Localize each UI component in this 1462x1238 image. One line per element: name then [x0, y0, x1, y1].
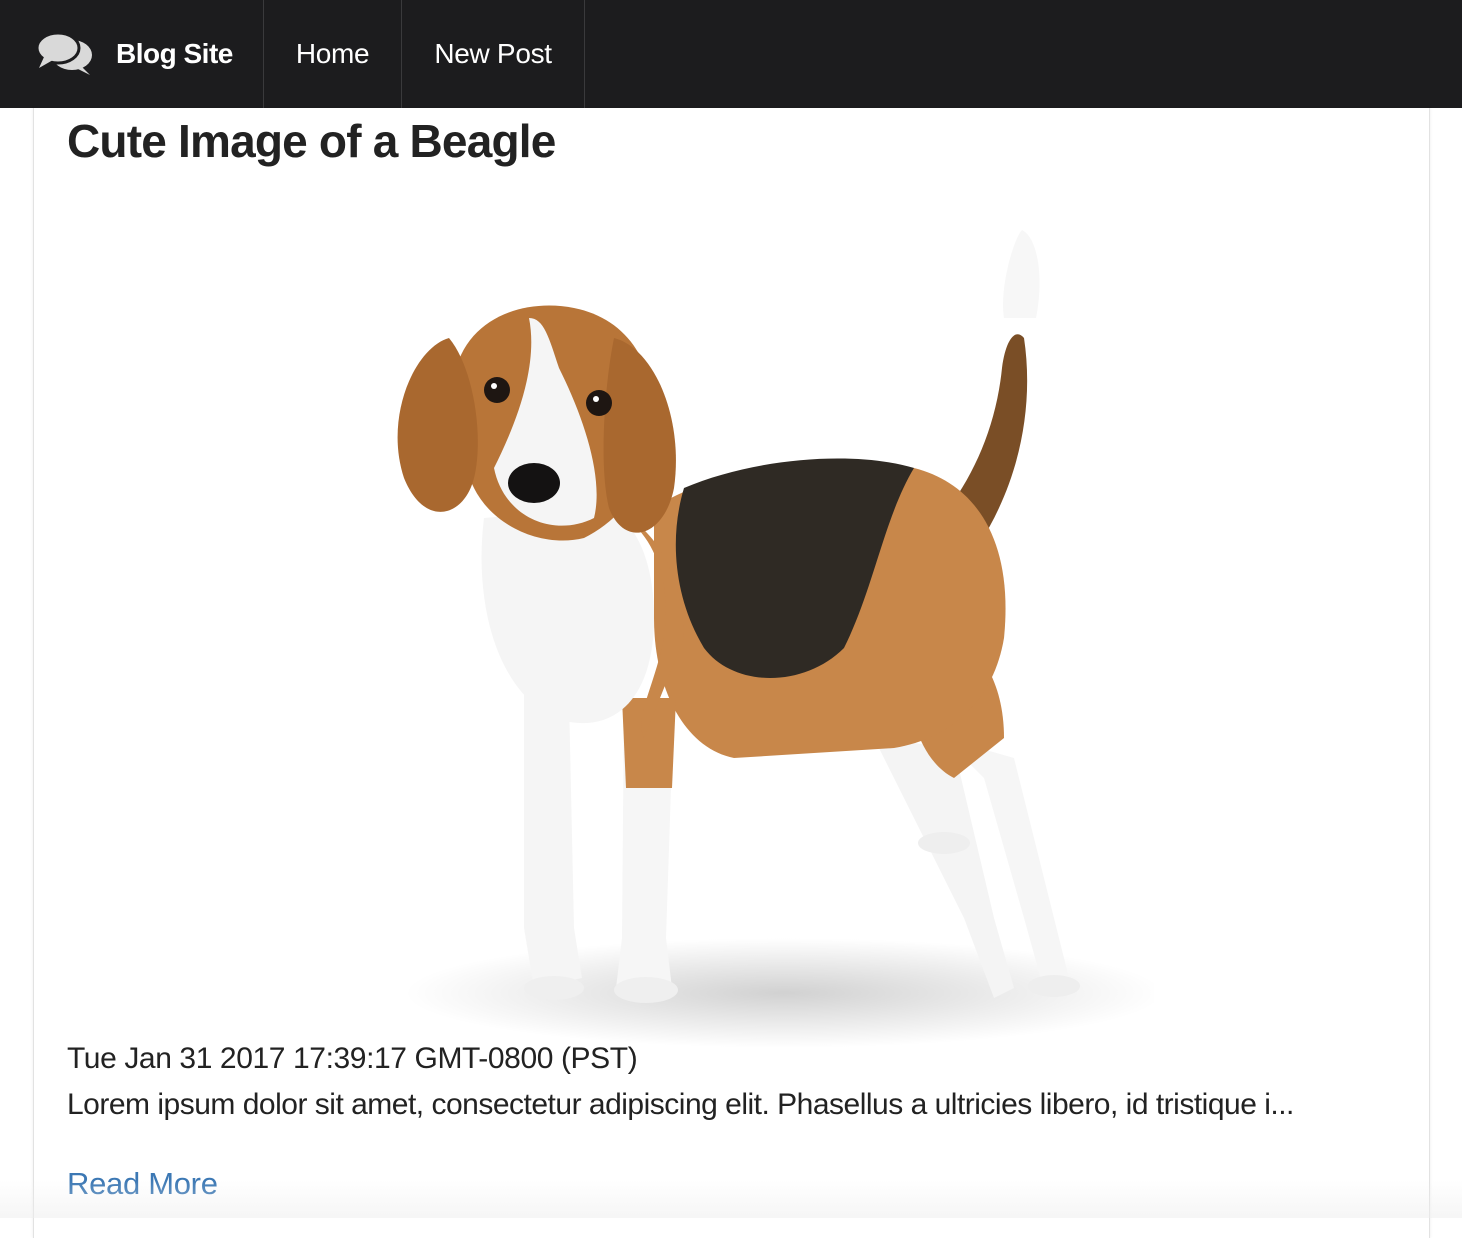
top-navbar: Blog Site Home New Post: [0, 0, 1462, 108]
speech-bubbles-icon: [36, 31, 92, 75]
brand-link[interactable]: Blog Site: [0, 0, 264, 108]
brand-label: Blog Site: [116, 38, 233, 69]
post-excerpt: Lorem ipsum dolor sit amet, consectetur …: [67, 1088, 1294, 1121]
post-image-beagle: [397, 230, 1154, 1048]
nav-item-new-post[interactable]: New Post: [402, 0, 585, 108]
nav-item-label: New Post: [434, 38, 552, 69]
post-title: Cute Image of a Beagle: [67, 115, 556, 167]
nav-item-home[interactable]: Home: [264, 0, 403, 108]
nav-item-label: Home: [295, 38, 370, 69]
post-date: Tue Jan 31 2017 17:39:17 GMT-0800 (PST): [67, 1042, 638, 1075]
post-card: Cute Image of a Beagle Tue Jan 31 2017 1…: [33, 108, 1430, 1238]
read-more-link[interactable]: Read More: [67, 1166, 218, 1202]
